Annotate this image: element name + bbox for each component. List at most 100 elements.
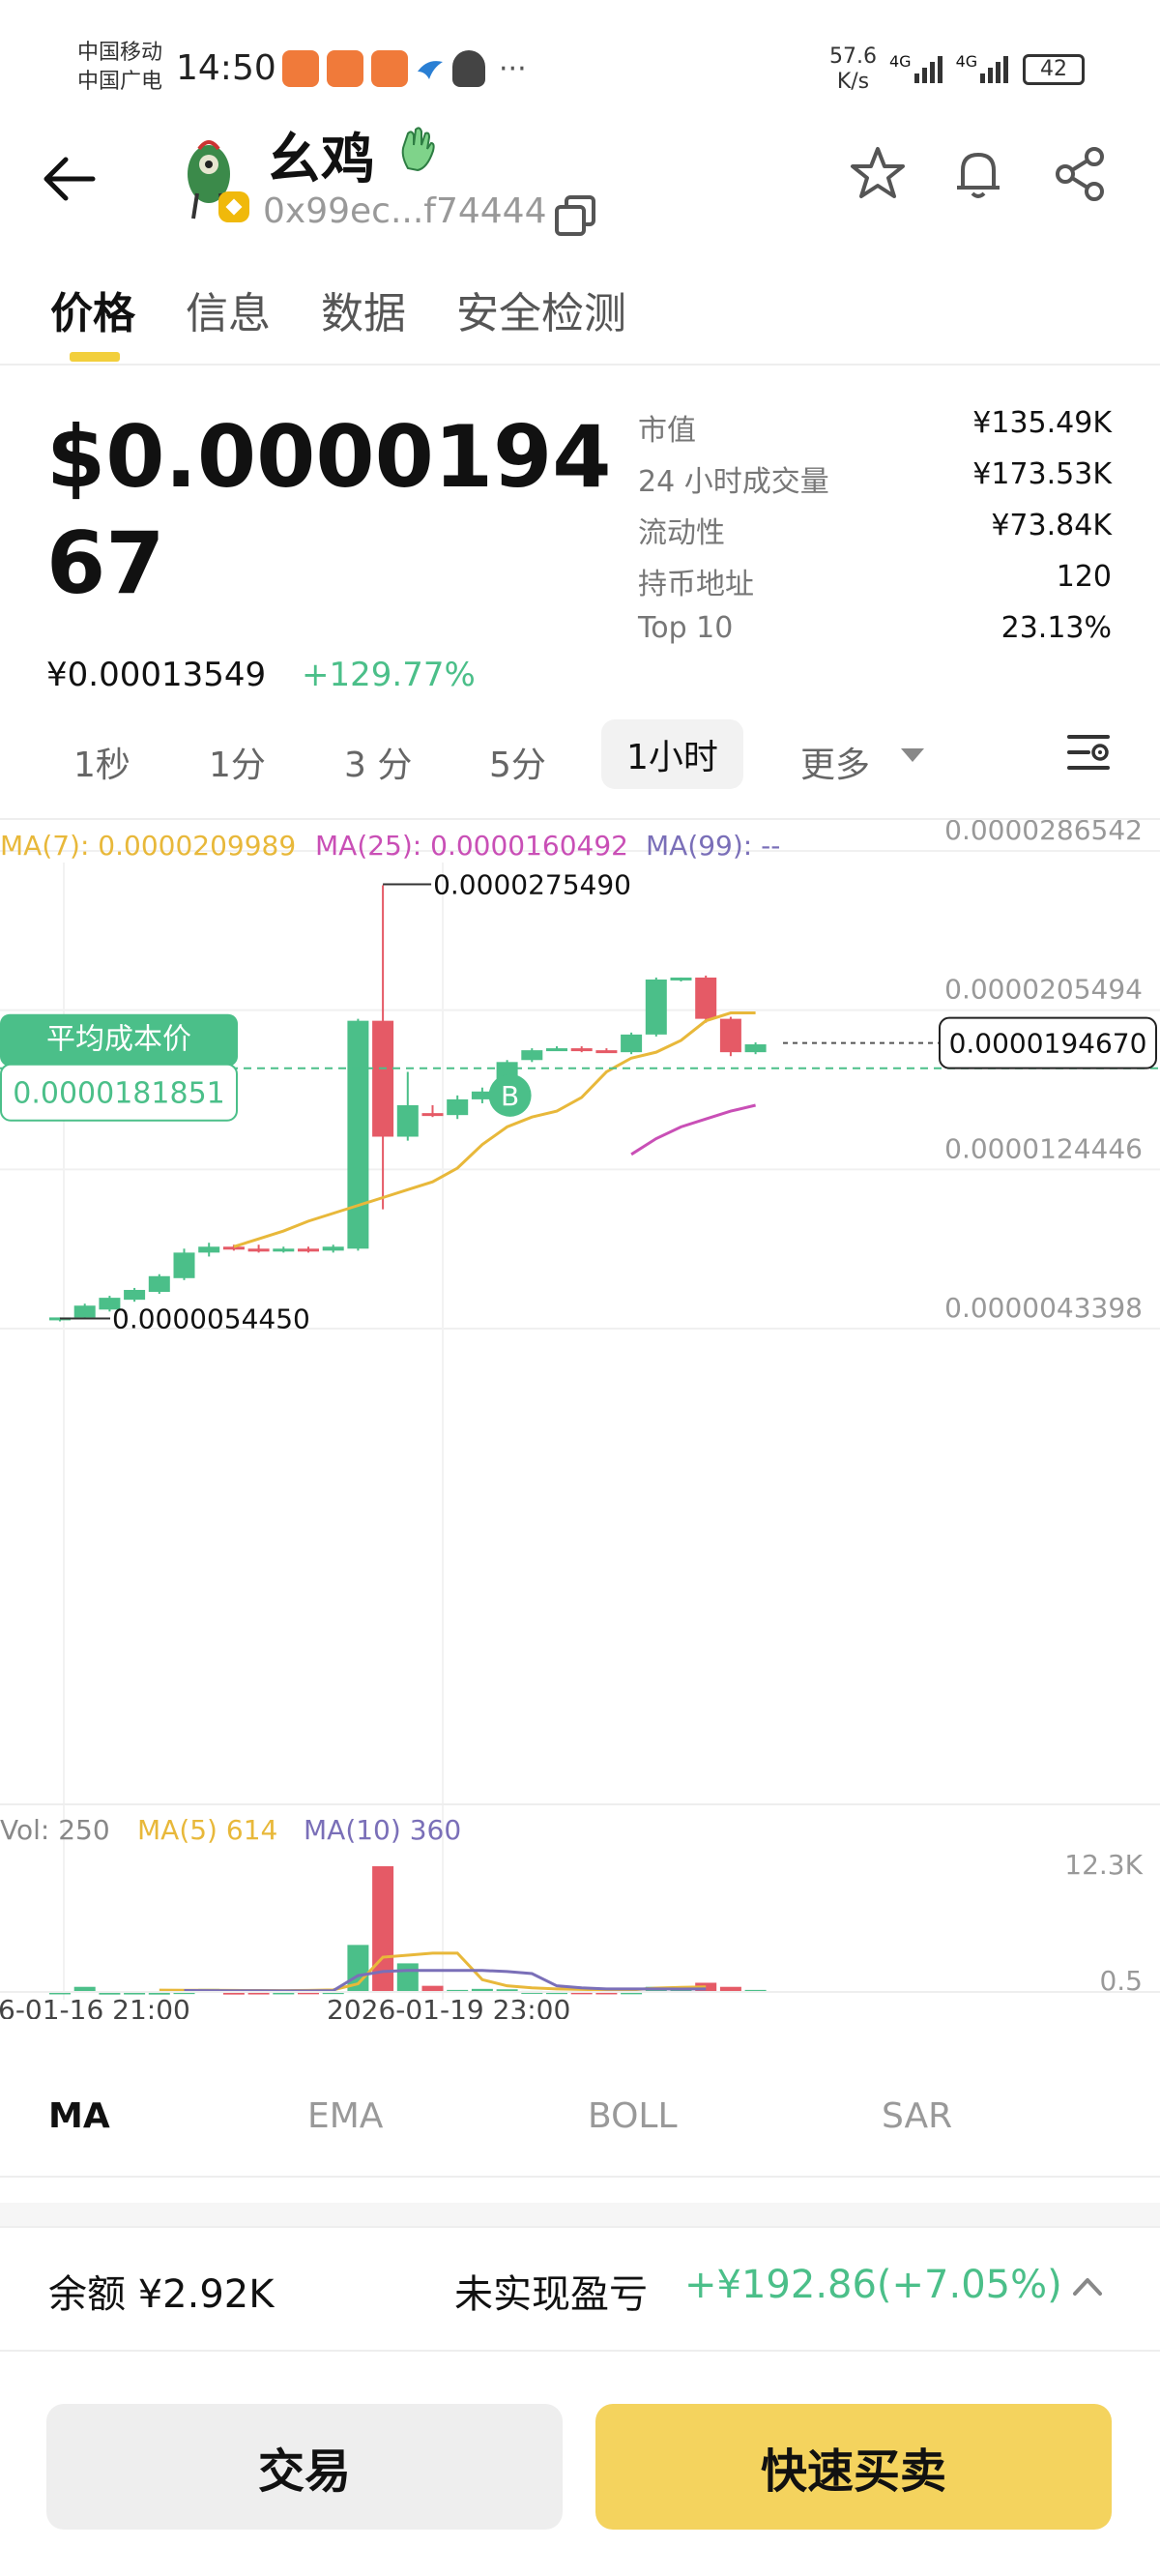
candle — [322, 1246, 344, 1251]
candle — [421, 1113, 444, 1117]
back-arrow-icon[interactable] — [43, 155, 97, 203]
high-price-label: 0.0000275490 — [433, 868, 631, 900]
divider — [0, 364, 1160, 366]
interval-1m[interactable]: 1分 — [209, 737, 266, 787]
divider — [0, 2176, 1160, 2178]
main-tabs: 价格 信息 数据 安全检测 — [50, 278, 626, 340]
interval-1s[interactable]: 1秒 — [73, 737, 130, 787]
qq-icon — [452, 50, 485, 87]
candle — [73, 1305, 96, 1318]
candle — [298, 1248, 319, 1252]
volume-ma10-line — [184, 1969, 707, 1993]
stat-volume-24h: 24 小时成交量 ¥173.53K — [638, 457, 1112, 509]
x-axis-label: 6-01-16 21:00 — [0, 1994, 190, 2019]
stat-market-cap: 市值 ¥135.49K — [638, 406, 1112, 457]
signal-icon: 4G — [956, 52, 1009, 83]
y-tick-label: 0.0000124446 — [944, 1132, 1143, 1164]
bell-icon[interactable] — [949, 145, 1007, 203]
price-cny: ¥0.00013549 — [46, 656, 267, 694]
carrier-info: 中国移动 中国广电 — [77, 39, 162, 97]
clock: 14:50 — [176, 48, 276, 88]
avg-cost-value: 0.0000181851 — [13, 1077, 225, 1111]
candle — [645, 979, 667, 1035]
chevron-up-icon[interactable] — [1071, 2274, 1104, 2299]
divider — [0, 2350, 1160, 2352]
net-speed: 57.6 K/s — [829, 44, 877, 95]
indicator-tabs: MA EMA BOLL SAR — [0, 2096, 1160, 2174]
waving-hand-icon — [401, 127, 435, 172]
price-usd: $0.000019467 — [46, 407, 612, 613]
stat-top10: Top 10 23.13% — [638, 611, 1112, 662]
avg-cost-title: 平均成本价 — [46, 1023, 191, 1057]
candle — [546, 1048, 567, 1052]
tab-security[interactable]: 安全检测 — [456, 278, 626, 340]
candle — [173, 1252, 195, 1278]
star-icon[interactable] — [849, 145, 907, 203]
bird-icon — [418, 61, 443, 79]
net-speed-value: 57.6 — [829, 44, 877, 69]
candle — [695, 977, 717, 1019]
stat-value: ¥73.84K — [991, 509, 1112, 542]
candle — [595, 1050, 618, 1054]
chevron-down-icon[interactable] — [901, 748, 924, 762]
candle — [247, 1248, 270, 1252]
volume-tick-label: 12.3K — [1064, 1849, 1143, 1881]
indicator-ema[interactable]: EMA — [307, 2096, 383, 2136]
active-tab-indicator — [70, 352, 120, 362]
stat-label: 持币地址 — [638, 568, 754, 601]
more-notifications-icon: ··· — [499, 51, 527, 86]
tab-data[interactable]: 数据 — [321, 278, 406, 340]
price-chart[interactable]: 0.0000286542 0.0000205494 0.0000124446 0.00… — [0, 820, 1160, 2019]
stat-label: Top 10 — [638, 611, 734, 645]
quick-trade-button[interactable]: 快速买卖 — [595, 2404, 1112, 2530]
candle — [273, 1248, 295, 1252]
app-notification-icon — [282, 50, 319, 87]
interval-3m[interactable]: 3 分 — [344, 737, 412, 787]
low-price-label: 0.0000054450 — [112, 1303, 310, 1335]
volume-ma10-legend: MA(10) 360 — [304, 1814, 461, 1846]
copy-icon[interactable] — [555, 195, 595, 236]
token-name: 幺鸡 — [267, 129, 375, 191]
trade-button[interactable]: 交易 — [46, 2404, 563, 2530]
stat-label: 流动性 — [638, 516, 725, 550]
indicator-boll[interactable]: BOLL — [588, 2096, 678, 2136]
unrealized-pnl-value: +¥192.86(+7.05%) — [684, 2263, 1062, 2307]
interval-5m[interactable]: 5分 — [489, 737, 546, 787]
interval-1h[interactable]: 1小时 — [601, 719, 743, 789]
candle — [744, 1044, 767, 1053]
carrier-1: 中国移动 — [77, 41, 163, 65]
signal-icon: 4G — [889, 52, 942, 83]
balance: 余额 ¥2.92K — [48, 2272, 275, 2317]
current-price-label: 0.0000194670 — [949, 1028, 1147, 1060]
buy-marker-label: B — [501, 1080, 519, 1112]
price-change: +129.77% — [302, 656, 476, 694]
interval-selector: 1秒 1分 3 分 5分 1小时 更多 — [0, 719, 1160, 793]
indicator-ma[interactable]: MA — [48, 2096, 110, 2136]
chart-settings-icon[interactable] — [1065, 731, 1112, 774]
candle — [347, 1020, 369, 1249]
tab-price[interactable]: 价格 — [50, 278, 135, 340]
y-tick-label: 0.0000043398 — [944, 1292, 1143, 1324]
indicator-sar[interactable]: SAR — [882, 2096, 952, 2136]
stat-value: 23.13% — [1000, 611, 1112, 645]
app-notification-icon — [327, 50, 363, 87]
volume-ma5-legend: MA(5) 614 — [137, 1814, 277, 1846]
stat-label: 24 小时成交量 — [638, 465, 829, 499]
stat-liquidity: 流动性 ¥73.84K — [638, 509, 1112, 560]
y-tick-label: 0.0000286542 — [944, 820, 1143, 846]
signal-indicators: 4G 4G — [889, 52, 1009, 83]
share-icon[interactable] — [1052, 145, 1110, 203]
legend-ma25: MA(25): 0.0000160492 — [315, 830, 628, 862]
y-tick-label: 0.0000205494 — [944, 974, 1143, 1006]
candle — [396, 1105, 419, 1137]
candle — [124, 1289, 146, 1301]
candle — [621, 1034, 643, 1053]
divider — [0, 2226, 1160, 2228]
stat-label: 市值 — [638, 414, 696, 448]
candle — [148, 1275, 170, 1293]
candle — [222, 1246, 245, 1250]
token-logo — [188, 140, 249, 222]
tab-info[interactable]: 信息 — [186, 278, 271, 340]
contract-address: 0x99ec...f74444 — [263, 191, 547, 231]
interval-more[interactable]: 更多 — [800, 737, 870, 787]
